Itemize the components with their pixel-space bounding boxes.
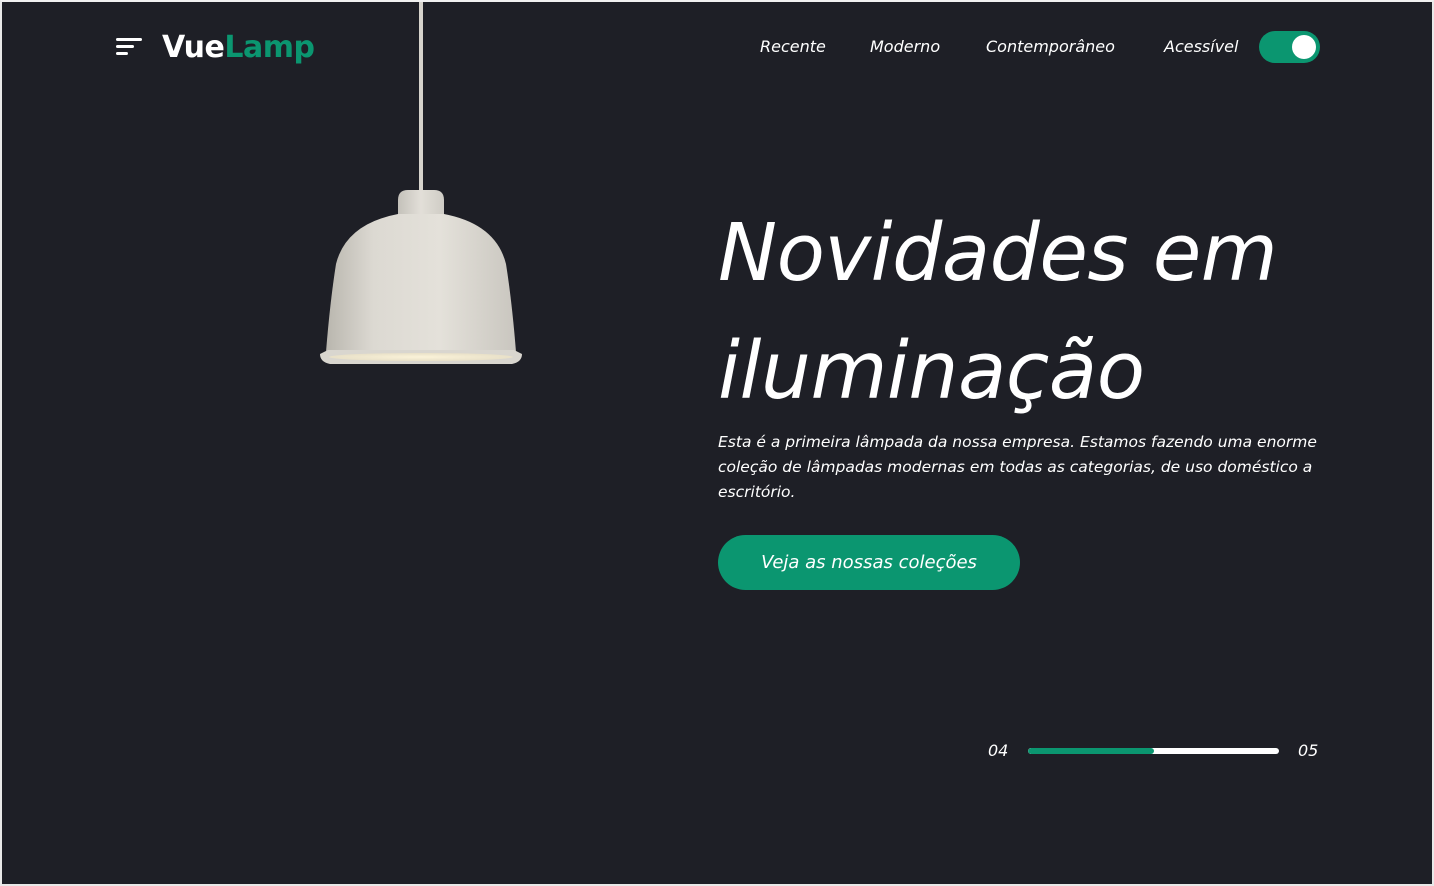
brand-logo-vue: Vue bbox=[162, 30, 225, 65]
slide-progress-bar[interactable] bbox=[1028, 748, 1279, 754]
nav-link-recente[interactable]: Recente bbox=[760, 36, 826, 58]
brand-logo-lamp: Lamp bbox=[224, 30, 315, 65]
nav-link-contemporaneo[interactable]: Contemporâneo bbox=[986, 36, 1115, 58]
view-collections-button[interactable]: Veja as nossas coleções bbox=[718, 535, 1020, 590]
slide-progress-fill bbox=[1028, 748, 1154, 754]
pendant-lamp-image bbox=[320, 2, 522, 364]
hero-title: Novidades em iluminação bbox=[718, 207, 1278, 417]
landing-page: VueLamp Recente Moderno Contemporâneo Ac… bbox=[0, 0, 1434, 886]
accessibility-toggle[interactable] bbox=[1259, 31, 1320, 63]
slide-current-number: 04 bbox=[988, 741, 1009, 760]
hamburger-menu-icon[interactable] bbox=[116, 36, 144, 58]
brand-logo[interactable]: VueLamp bbox=[162, 28, 315, 68]
slide-total-number: 05 bbox=[1298, 741, 1319, 760]
nav-link-moderno[interactable]: Moderno bbox=[870, 36, 940, 58]
hero-description: Esta é a primeira lâmpada da nossa empre… bbox=[718, 433, 1317, 501]
toggle-knob bbox=[1292, 35, 1316, 59]
nav-link-acessivel[interactable]: Acessível bbox=[1164, 36, 1238, 58]
